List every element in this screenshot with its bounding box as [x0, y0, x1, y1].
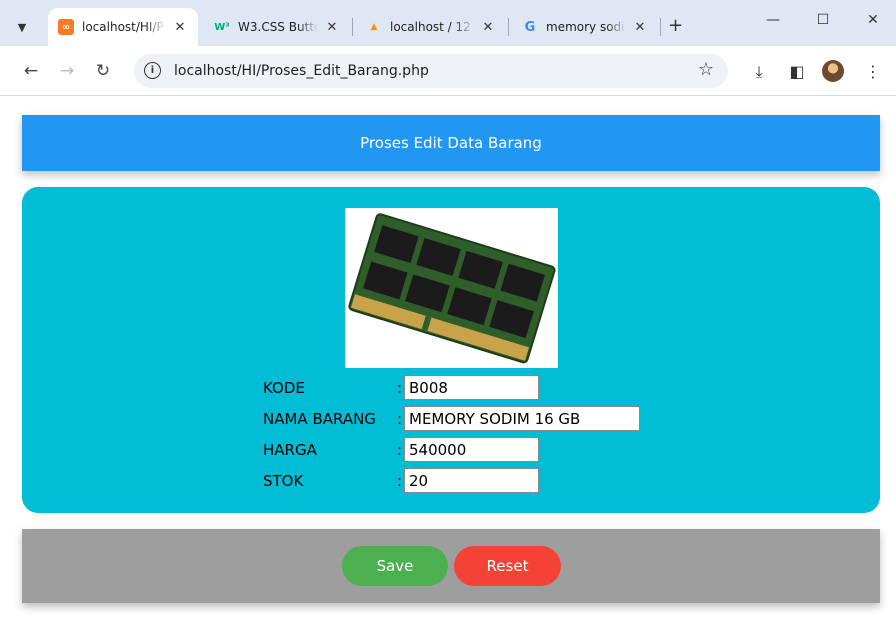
nama-barang-input[interactable] — [404, 406, 640, 431]
tab-search-chevron-icon[interactable]: ▼ — [8, 13, 36, 41]
profile-avatar[interactable] — [822, 60, 844, 82]
memory-module-image — [348, 213, 556, 364]
tab-title: localhost / 12 — [390, 20, 471, 34]
field-label: HARGA — [263, 441, 317, 459]
field-separator: : — [397, 472, 403, 490]
tab-title: W3.CSS Butto — [238, 20, 318, 34]
close-tab-icon[interactable]: ✕ — [480, 20, 496, 35]
page-header: Proses Edit Data Barang — [22, 115, 880, 171]
tab-divider — [660, 18, 661, 36]
save-button[interactable]: Save — [342, 546, 448, 586]
close-window-icon[interactable]: ✕ — [858, 12, 888, 28]
field-separator: : — [397, 379, 403, 397]
page-title: Proses Edit Data Barang — [360, 134, 542, 152]
site-info-icon[interactable]: i — [144, 62, 161, 79]
tab-w3css-buttons[interactable]: W³ W3.CSS Butto ✕ — [204, 8, 350, 46]
more-menu-icon[interactable]: ⋮ — [862, 62, 884, 81]
reload-icon[interactable]: ↻ — [92, 61, 114, 81]
url-text[interactable]: localhost/HI/Proses_Edit_Barang.php — [174, 63, 429, 79]
maximize-icon[interactable]: ☐ — [808, 12, 838, 28]
tab-google-search[interactable]: G memory sodim ✕ — [512, 8, 658, 46]
product-image — [345, 208, 558, 368]
field-label: NAMA BARANG — [263, 410, 376, 428]
field-label: KODE — [263, 379, 305, 397]
address-bar[interactable]: i localhost/HI/Proses_Edit_Barang.php ☆ — [134, 54, 728, 88]
tab-title: memory sodim — [546, 20, 626, 34]
field-label: STOK — [263, 472, 304, 490]
stok-input[interactable] — [404, 468, 539, 493]
harga-input[interactable] — [404, 437, 539, 462]
tab-title: localhost/HI/P — [82, 20, 164, 34]
back-arrow-icon[interactable]: ← — [20, 61, 42, 81]
kode-input[interactable] — [404, 375, 539, 400]
xampp-icon: ∞ — [58, 19, 74, 35]
download-icon[interactable]: ⤓ — [748, 62, 770, 82]
tab-divider — [508, 18, 509, 36]
page-viewport: Proses Edit Data Barang KODE: B008 NAMA… — [0, 96, 896, 640]
tab-localhost-hi[interactable]: ∞ localhost/HI/P ✕ — [48, 8, 198, 46]
field-separator: : — [397, 441, 403, 459]
new-tab-plus-icon[interactable]: + — [668, 15, 683, 36]
close-tab-icon[interactable]: ✕ — [632, 20, 648, 35]
forward-arrow-icon[interactable]: → — [56, 61, 78, 81]
tab-strip: ▼ ∞ localhost/HI/P ✕ W³ W3.CSS Butto ✕ ▲… — [0, 0, 896, 46]
reset-button[interactable]: Reset — [454, 546, 561, 586]
edit-form-card: KODE : NAMA BARANG : HARGA : STOK : — [22, 187, 880, 513]
phpmyadmin-icon: ▲ — [370, 22, 378, 32]
form-actions-bar: Save Reset — [22, 529, 880, 603]
bookmark-star-icon[interactable]: ☆ — [698, 59, 714, 80]
minimize-icon[interactable]: — — [758, 12, 788, 28]
google-icon: G — [524, 19, 536, 35]
close-tab-icon[interactable]: ✕ — [172, 20, 188, 35]
browser-toolbar: ← → ↻ i localhost/HI/Proses_Edit_Barang.… — [0, 46, 896, 96]
tab-divider — [352, 18, 353, 36]
w3schools-icon: W³ — [214, 21, 230, 33]
tab-phpmyadmin[interactable]: ▲ localhost / 12 ✕ — [356, 8, 506, 46]
side-panel-icon[interactable]: ◧ — [786, 62, 808, 81]
field-separator: : — [397, 410, 403, 428]
close-tab-icon[interactable]: ✕ — [324, 20, 340, 35]
